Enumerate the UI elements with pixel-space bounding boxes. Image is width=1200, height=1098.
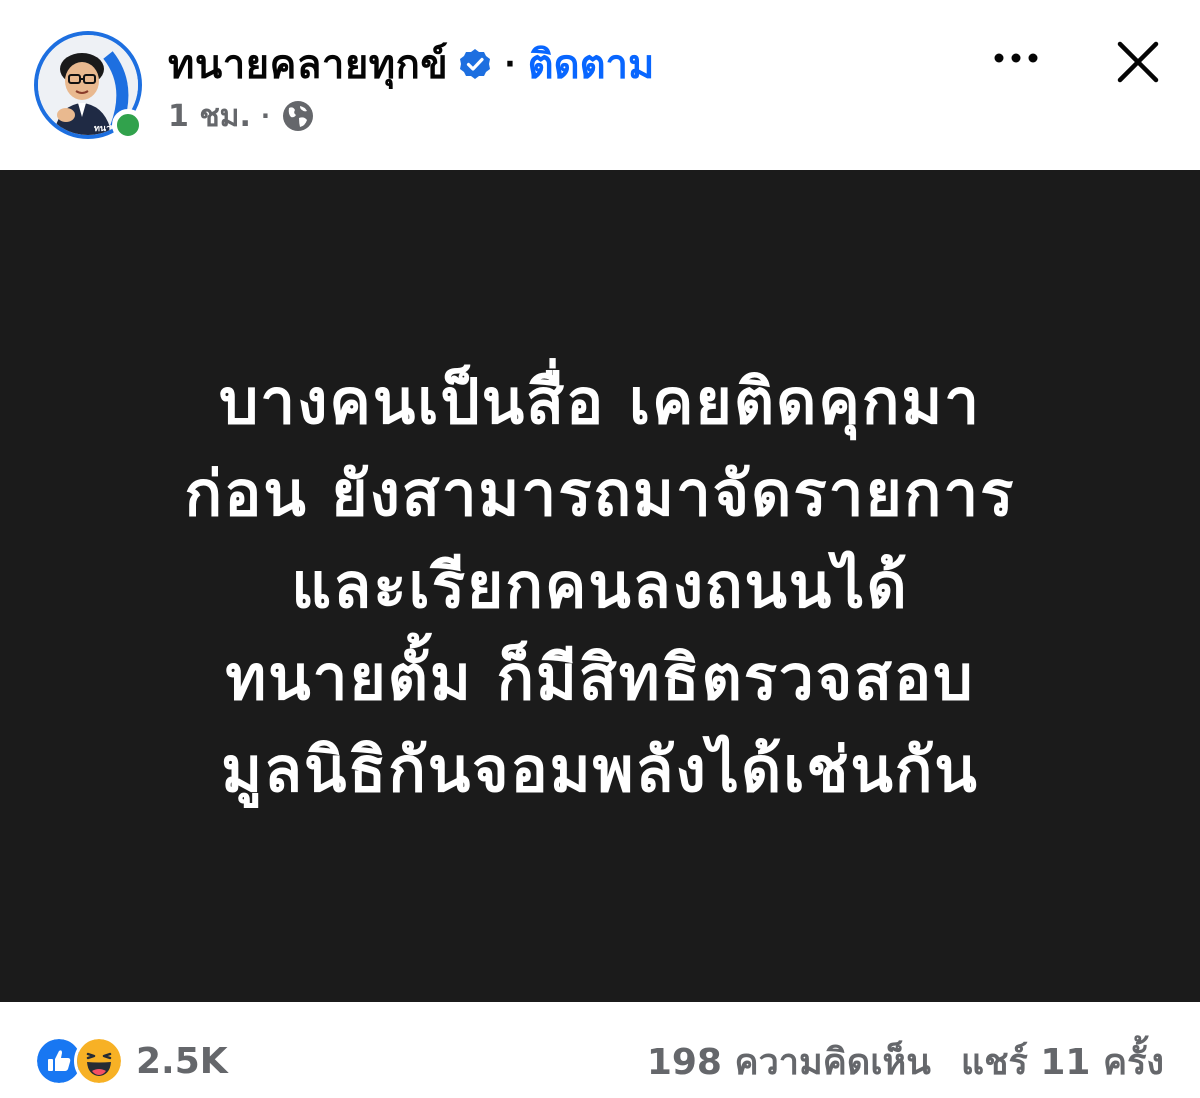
post-timestamp[interactable]: 1 ชม.: [168, 93, 251, 140]
post-text-line-1: บางคนเป็นสื่อ เคยติดคุกมา: [218, 365, 982, 438]
meta-separator: ·: [260, 102, 270, 130]
name-separator: ·: [504, 46, 516, 82]
post-text-line-5: มูลนิธิกันจอมพลังได้เช่นกัน: [221, 733, 979, 806]
comments-count-link[interactable]: 198 ความคิดเห็น: [647, 1033, 931, 1090]
more-options-button[interactable]: [988, 36, 1044, 80]
page-name[interactable]: ทนายคลายทุกข์: [168, 32, 448, 96]
page-avatar[interactable]: ทนายคลายทุกข์: [34, 31, 144, 141]
post-text-line-3: และเรียกคนลงถนนได้: [291, 549, 909, 622]
post-footer: 2.5K 198 ความคิดเห็น แชร์ 11 ครั้ง: [0, 1002, 1200, 1098]
more-dots-icon: [994, 53, 1038, 63]
online-status-indicator: [112, 109, 144, 141]
verified-badge-icon: [460, 49, 491, 79]
post-header: ทนายคลายทุกข์ ทนายคลายทุกข์ · ติดตาม 1 ช…: [0, 0, 1200, 168]
post-meta: 1 ชม. ·: [168, 94, 316, 138]
post-text-image[interactable]: บางคนเป็นสื่อ เคยติดคุกมา ก่อน ยังสามารถ…: [0, 170, 1200, 1002]
follow-button[interactable]: ติดตาม: [528, 32, 655, 96]
close-icon: [1117, 41, 1159, 83]
engagement-stats: 198 ความคิดเห็น แชร์ 11 ครั้ง: [647, 1036, 1164, 1086]
shares-count-link[interactable]: แชร์ 11 ครั้ง: [961, 1033, 1164, 1090]
globe-icon[interactable]: [280, 98, 316, 134]
post-text-line-4: ทนายตั้ม ก็มีสิทธิตรวจสอบ: [225, 641, 975, 714]
reaction-count: 2.5K: [136, 1040, 228, 1082]
close-button[interactable]: [1112, 36, 1164, 88]
haha-icon: [74, 1036, 124, 1086]
reactions-summary[interactable]: 2.5K: [34, 1036, 228, 1086]
post-text-line-2: ก่อน ยังสามารถมาจัดรายการ: [184, 457, 1016, 530]
name-row: ทนายคลายทุกข์ · ติดตาม: [168, 38, 654, 90]
